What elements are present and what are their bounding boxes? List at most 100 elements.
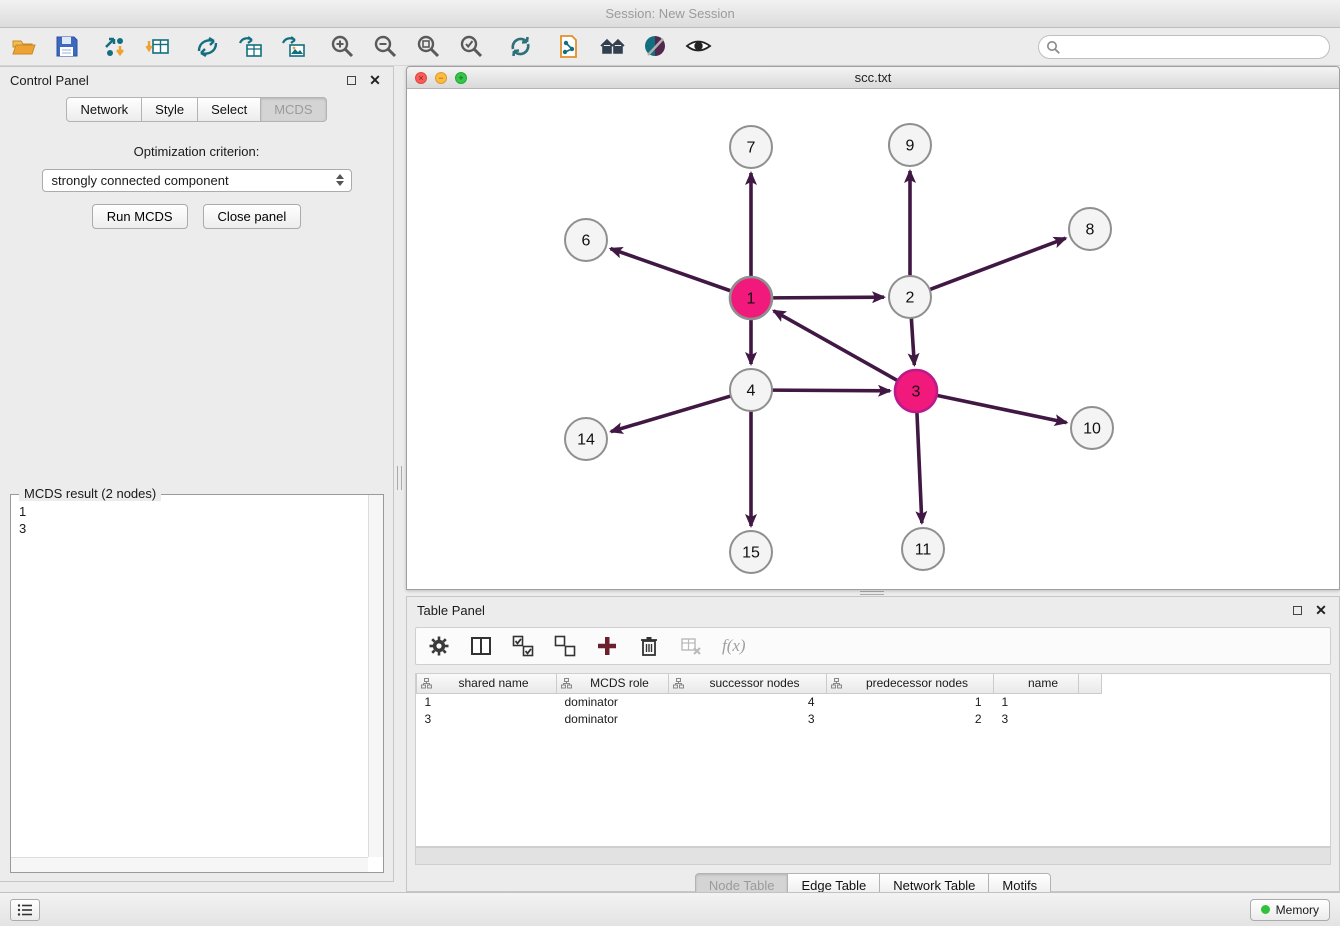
function-builder-icon[interactable]: f(x): [722, 636, 746, 656]
mcds-result-line[interactable]: 3: [19, 520, 359, 537]
add-column-icon[interactable]: [596, 635, 618, 657]
open-session-icon[interactable]: [10, 33, 37, 60]
node-table: shared name MCDS role successor nodes pr…: [415, 673, 1331, 847]
table-cell-filler: [1079, 710, 1102, 727]
table-cell[interactable]: 1: [994, 693, 1079, 710]
search-input[interactable]: [1038, 35, 1330, 59]
table-cell[interactable]: 1: [417, 693, 557, 710]
column-header-mcds-role[interactable]: MCDS role: [557, 674, 669, 693]
table-cell[interactable]: 1: [827, 693, 994, 710]
search-field-container: [1038, 35, 1330, 59]
table-cell[interactable]: 3: [994, 710, 1079, 727]
network-window-titlebar[interactable]: scc.txt × − +: [407, 67, 1339, 89]
tab-style[interactable]: Style: [141, 97, 198, 122]
column-label: predecessor nodes: [866, 676, 968, 690]
select-all-icon[interactable]: [512, 635, 534, 657]
settings-gear-icon[interactable]: [428, 635, 450, 657]
table-cell[interactable]: dominator: [557, 693, 669, 710]
tab-select[interactable]: Select: [197, 97, 261, 122]
sort-icon: [561, 678, 572, 689]
home-icon[interactable]: [599, 33, 626, 60]
result-vertical-scrollbar[interactable]: [368, 495, 383, 857]
float-panel-icon[interactable]: [343, 72, 359, 88]
save-session-icon[interactable]: [53, 33, 80, 60]
graph-node-label-2: 2: [906, 290, 915, 307]
export-table-icon[interactable]: [237, 33, 264, 60]
graph-node-label-11: 11: [915, 542, 932, 559]
float-table-panel-icon[interactable]: [1289, 602, 1305, 618]
network-view-window: scc.txt × − + 7968123414101511: [406, 66, 1340, 590]
close-table-panel-icon[interactable]: ✕: [1313, 602, 1329, 618]
mcds-result-list[interactable]: 13: [11, 497, 367, 856]
graph-edge-3-1[interactable]: [774, 311, 899, 381]
new-network-from-selection-icon[interactable]: [556, 33, 583, 60]
table-row[interactable]: 3dominator323: [417, 710, 1102, 727]
zoom-selected-icon[interactable]: [458, 33, 485, 60]
sort-icon: [421, 678, 432, 689]
table-cell[interactable]: 3: [669, 710, 827, 727]
column-selector-icon[interactable]: [470, 635, 492, 657]
delete-table-icon[interactable]: [680, 635, 702, 657]
horizontal-splitter-grip[interactable]: [860, 591, 884, 595]
control-panel: Control Panel ✕ Network Style Select MCD…: [0, 66, 394, 882]
zoom-in-icon[interactable]: [329, 33, 356, 60]
graph-node-label-6: 6: [582, 233, 591, 250]
export-image-icon[interactable]: [280, 33, 307, 60]
graph-edge-4-3[interactable]: [771, 390, 890, 391]
import-network-icon[interactable]: [102, 33, 129, 60]
run-mcds-button[interactable]: Run MCDS: [92, 204, 188, 229]
window-title: Session: New Session: [605, 6, 734, 21]
graph-edge-3-10[interactable]: [936, 395, 1067, 423]
sort-icon: [831, 678, 842, 689]
graph-edge-1-6[interactable]: [611, 249, 733, 292]
vertical-splitter[interactable]: [394, 66, 406, 882]
column-header-shared-name[interactable]: shared name: [417, 674, 557, 693]
eye-icon[interactable]: [685, 33, 712, 60]
graph-edge-3-11[interactable]: [917, 411, 922, 523]
graph-edge-4-14[interactable]: [611, 396, 732, 432]
style-paint-icon[interactable]: [642, 33, 669, 60]
column-label: shared name: [458, 676, 528, 690]
graph-node-label-15: 15: [742, 545, 760, 562]
network-graph[interactable]: 7968123414101511: [407, 89, 1339, 589]
graph-edge-2-8[interactable]: [929, 238, 1066, 290]
mcds-result-line[interactable]: 1: [19, 503, 359, 520]
column-header-predecessor-nodes[interactable]: predecessor nodes: [827, 674, 994, 693]
mcds-result-box: MCDS result (2 nodes) 13: [10, 494, 384, 873]
graph-node-label-7: 7: [747, 140, 756, 157]
control-panel-title: Control Panel: [10, 73, 89, 88]
network-canvas[interactable]: 7968123414101511: [407, 89, 1339, 589]
export-network-icon[interactable]: [194, 33, 221, 60]
table-horizontal-scrollbar[interactable]: [415, 847, 1331, 865]
result-horizontal-scrollbar[interactable]: [11, 857, 368, 872]
apply-layout-icon[interactable]: [507, 33, 534, 60]
table-header-row: shared name MCDS role successor nodes pr…: [417, 674, 1102, 693]
close-panel-icon[interactable]: ✕: [367, 72, 383, 88]
task-history-button[interactable]: [10, 899, 40, 921]
deselect-all-icon[interactable]: [554, 635, 576, 657]
memory-button[interactable]: Memory: [1250, 899, 1330, 921]
delete-column-icon[interactable]: [638, 635, 660, 657]
table-cell[interactable]: 2: [827, 710, 994, 727]
column-header-successor-nodes[interactable]: successor nodes: [669, 674, 827, 693]
graph-node-label-9: 9: [906, 138, 915, 155]
window-titlebar: Session: New Session: [0, 0, 1340, 28]
zoom-out-icon[interactable]: [372, 33, 399, 60]
table-row[interactable]: 1dominator411: [417, 693, 1102, 710]
splitter-grip[interactable]: [397, 466, 402, 490]
close-panel-button[interactable]: Close panel: [203, 204, 302, 229]
column-header-name[interactable]: name: [994, 674, 1079, 693]
column-label: MCDS role: [590, 676, 649, 690]
optimization-criterion-dropdown[interactable]: strongly connected component: [42, 169, 352, 192]
table-cell[interactable]: 3: [417, 710, 557, 727]
table-cell[interactable]: dominator: [557, 710, 669, 727]
graph-edge-2-3[interactable]: [911, 317, 914, 365]
import-table-icon[interactable]: [145, 33, 172, 60]
graph-edge-1-2[interactable]: [771, 297, 884, 298]
tab-mcds[interactable]: MCDS: [260, 97, 326, 122]
table-panel-title: Table Panel: [417, 603, 485, 618]
zoom-fit-icon[interactable]: [415, 33, 442, 60]
network-window-title: scc.txt: [407, 70, 1339, 85]
tab-network[interactable]: Network: [66, 97, 142, 122]
table-cell[interactable]: 4: [669, 693, 827, 710]
